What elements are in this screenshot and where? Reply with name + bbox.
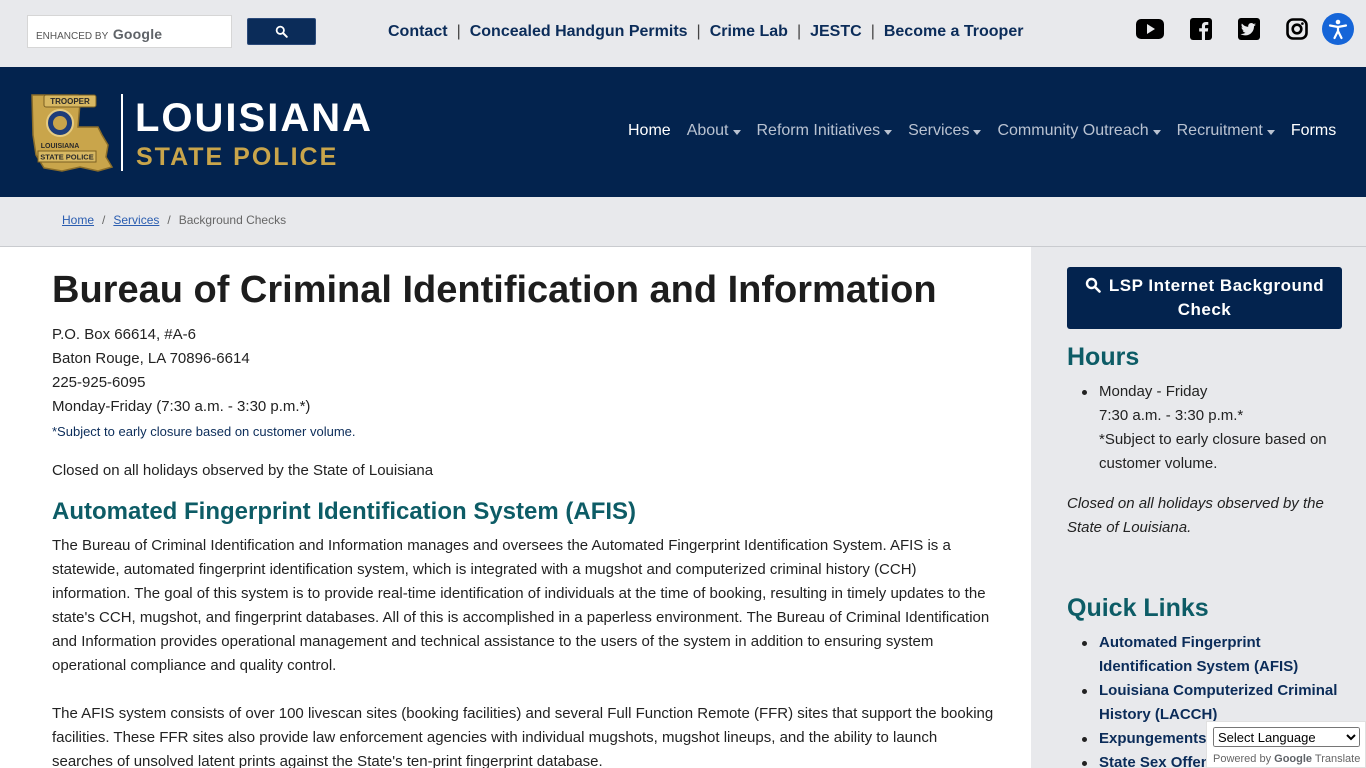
- nav-about[interactable]: About: [687, 122, 741, 140]
- nav-label: Forms: [1290, 122, 1337, 139]
- logo-divider: [121, 94, 123, 171]
- contact-link[interactable]: Contact: [388, 23, 448, 41]
- nav-community-outreach[interactable]: Community Outreach: [997, 122, 1161, 140]
- breadcrumb-services[interactable]: Services: [113, 213, 159, 227]
- google-translate-widget: Select Language Powered by Google Transl…: [1206, 721, 1366, 768]
- youtube-icon[interactable]: [1135, 14, 1165, 44]
- afis-paragraph: The Bureau of Criminal Identification an…: [52, 537, 990, 674]
- internet-background-check-button[interactable]: LSP Internet Background Check: [1067, 267, 1342, 329]
- nav-label: About: [686, 122, 729, 139]
- address-line: P.O. Box 66614, #A-6: [52, 326, 196, 343]
- address-line: Baton Rouge, LA 70896-6614: [52, 350, 250, 367]
- main-navigation: Home About Reform Initiatives Services C…: [628, 122, 1352, 140]
- sidebar-holiday-notice: Closed on all holidays observed by the S…: [1067, 495, 1324, 536]
- search-button[interactable]: [247, 18, 316, 45]
- list-item: Automated Fingerprint Identification Sys…: [1067, 631, 1347, 679]
- phone-number: 225-925-6095: [52, 374, 146, 391]
- hours-item: Monday - Friday 7:30 a.m. - 3:30 p.m.* *…: [1067, 380, 1347, 476]
- cta-label: LSP Internet Background Check: [1108, 276, 1325, 319]
- google-logo-text: Google: [1274, 753, 1313, 765]
- search-icon: [1085, 277, 1101, 293]
- concealed-handgun-permits-link[interactable]: Concealed Handgun Permits: [470, 23, 688, 41]
- breadcrumb-separator: /: [102, 213, 106, 227]
- quick-link-afis[interactable]: Automated Fingerprint Identification Sys…: [1099, 634, 1298, 675]
- separator: |: [696, 23, 701, 40]
- hours-time: 7:30 a.m. - 3:30 p.m.*: [1099, 407, 1244, 424]
- nav-recruitment[interactable]: Recruitment: [1177, 122, 1275, 140]
- jestc-link[interactable]: JESTC: [810, 23, 862, 41]
- office-hours: Monday-Friday (7:30 a.m. - 3:30 p.m.*): [52, 398, 311, 415]
- nav-home[interactable]: Home: [628, 122, 671, 140]
- breadcrumb-separator: /: [167, 213, 171, 227]
- nav-label: Home: [628, 122, 671, 139]
- page-title: Bureau of Criminal Identification and In…: [52, 269, 937, 311]
- twitter-icon[interactable]: [1234, 14, 1264, 44]
- powered-by-google: Powered by Google Translate: [1213, 753, 1360, 765]
- caret-down-icon: [732, 129, 741, 135]
- caret-down-icon: [1152, 129, 1161, 135]
- accessibility-button[interactable]: [1322, 13, 1354, 45]
- logo-subtitle[interactable]: STATE POLICE: [136, 143, 338, 171]
- main-content: Bureau of Criminal Identification and In…: [0, 247, 1031, 768]
- become-a-trooper-link[interactable]: Become a Trooper: [884, 23, 1024, 41]
- nav-label: Recruitment: [1176, 122, 1263, 139]
- breadcrumb-current: Background Checks: [178, 213, 287, 227]
- caret-down-icon: [973, 129, 982, 135]
- quick-link-expungements[interactable]: Expungements: [1099, 730, 1207, 747]
- breadcrumb-bar: Home / Services / Background Checks: [0, 197, 1366, 247]
- site-search-field[interactable]: ENHANCED BY Google: [27, 15, 232, 48]
- svg-text:LOUISIANA: LOUISIANA: [41, 143, 80, 150]
- separator: |: [796, 23, 802, 40]
- translate-link[interactable]: Translate: [1315, 753, 1360, 765]
- afis-paragraph: The AFIS system consists of over 100 liv…: [52, 705, 994, 768]
- caret-down-icon: [1266, 129, 1275, 135]
- nav-reform-initiatives[interactable]: Reform Initiatives: [757, 122, 893, 140]
- quick-link-lacch[interactable]: Louisiana Computerized Criminal History …: [1099, 682, 1337, 723]
- nav-label: Services: [908, 122, 970, 139]
- svg-text:TROOPER: TROOPER: [50, 97, 90, 106]
- nav-label: Reform Initiatives: [756, 122, 881, 139]
- search-icon: [275, 25, 288, 38]
- nav-label: Community Outreach: [997, 122, 1149, 139]
- crime-lab-link[interactable]: Crime Lab: [710, 23, 788, 41]
- facebook-icon[interactable]: [1186, 14, 1216, 44]
- hours-note: *Subject to early closure based on custo…: [1099, 431, 1327, 472]
- nav-services[interactable]: Services: [908, 122, 982, 140]
- separator: |: [456, 23, 461, 40]
- language-select[interactable]: Select Language: [1213, 727, 1360, 747]
- closure-note: *Subject to early closure based on custo…: [52, 424, 356, 439]
- powered-by-label: Powered by: [1213, 753, 1272, 765]
- instagram-icon[interactable]: [1282, 14, 1312, 44]
- accessibility-icon: [1328, 19, 1348, 40]
- holiday-notice: Closed on all holidays observed by the S…: [52, 462, 434, 479]
- state-police-badge-logo[interactable]: TROOPER LOUISIANA STATE POLICE: [28, 93, 116, 173]
- caret-down-icon: [884, 129, 893, 135]
- nav-forms[interactable]: Forms: [1291, 122, 1336, 140]
- breadcrumb-home[interactable]: Home: [62, 213, 94, 227]
- sidebar: LSP Internet Background Check Hours Mond…: [1031, 247, 1366, 768]
- search-input[interactable]: [28, 16, 231, 47]
- quick-links-heading: Quick Links: [1067, 594, 1209, 622]
- breadcrumb: Home / Services / Background Checks: [62, 213, 286, 227]
- site-header: TROOPER LOUISIANA STATE POLICE LOUISIANA…: [0, 67, 1366, 197]
- list-item: Louisiana Computerized Criminal History …: [1067, 679, 1347, 727]
- hours-heading: Hours: [1067, 343, 1140, 371]
- afis-heading: Automated Fingerprint Identification Sys…: [52, 498, 637, 525]
- separator: |: [870, 23, 875, 40]
- utility-bar: ENHANCED BY Google Contact | Concealed H…: [0, 0, 1366, 67]
- hours-days: Monday - Friday: [1099, 383, 1208, 400]
- svg-text:STATE POLICE: STATE POLICE: [40, 153, 93, 162]
- hours-list: Monday - Friday 7:30 a.m. - 3:30 p.m.* *…: [1067, 380, 1347, 476]
- top-links: Contact | Concealed Handgun Permits | Cr…: [388, 21, 1023, 43]
- logo-title[interactable]: LOUISIANA: [135, 96, 373, 140]
